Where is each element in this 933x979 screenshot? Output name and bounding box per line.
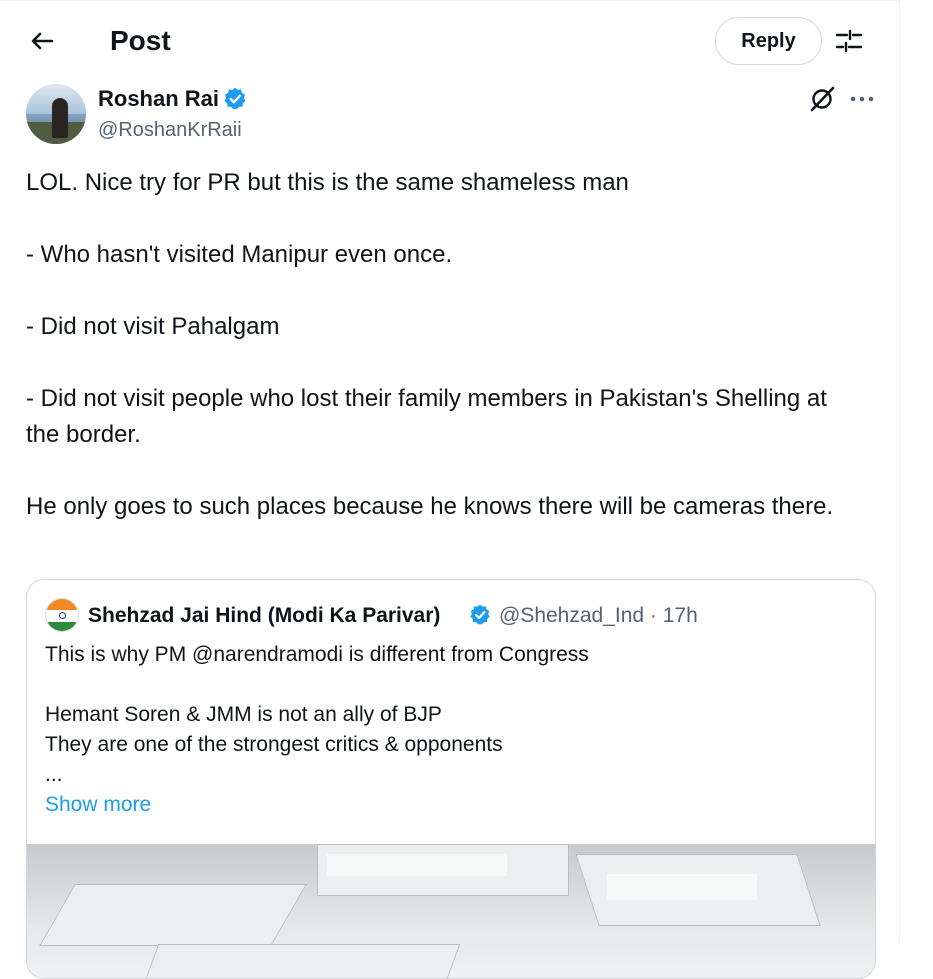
main-column: Post Reply Roshan Rai @RoshanKrRaii LOL.…: [0, 0, 900, 979]
back-arrow-icon[interactable]: [22, 22, 60, 60]
author-name[interactable]: Roshan Rai: [98, 84, 219, 114]
post-paragraph: - Did not visit people who lost their fa…: [26, 385, 834, 448]
avatar[interactable]: [26, 84, 86, 144]
quoted-author-name[interactable]: Shehzad Jai Hind (Modi Ka Parivar): [88, 601, 440, 631]
quoted-line: ...: [45, 763, 63, 786]
author-handle[interactable]: @RoshanKrRaii: [98, 116, 242, 144]
post-paragraph: - Who hasn't visited Manipur even once.: [26, 241, 453, 268]
verified-badge-icon: [222, 86, 248, 112]
quoted-line: This is why PM @narendramodi is differen…: [45, 643, 589, 666]
quoted-media-image[interactable]: [27, 844, 875, 978]
post-paragraph: He only goes to such places because he k…: [26, 493, 834, 520]
quoted-post[interactable]: Shehzad Jai Hind (Modi Ka Parivar) @Sheh…: [26, 579, 876, 979]
top-divider: [0, 0, 900, 1]
quoted-line: Hemant Soren & JMM is not an ally of BJP: [45, 703, 442, 726]
show-more-link[interactable]: Show more: [45, 790, 151, 820]
reply-button[interactable]: Reply: [715, 17, 822, 65]
sliders-icon[interactable]: [833, 25, 865, 57]
quoted-avatar[interactable]: [45, 598, 79, 632]
quoted-text: This is why PM @narendramodi is differen…: [45, 640, 855, 790]
post-paragraph: LOL. Nice try for PR but this is the sam…: [26, 169, 629, 196]
page-title: Post: [110, 25, 171, 56]
post-text: LOL. Nice try for PR but this is the sam…: [26, 165, 866, 525]
verified-badge-icon: [468, 603, 492, 627]
quoted-handle-time[interactable]: @Shehzad_Ind · 17h: [499, 601, 698, 631]
quoted-line: They are one of the strongest critics & …: [45, 733, 503, 756]
grok-icon[interactable]: [807, 84, 837, 114]
more-horizontal-icon[interactable]: [845, 84, 879, 114]
post-paragraph: - Did not visit Pahalgam: [26, 313, 280, 340]
